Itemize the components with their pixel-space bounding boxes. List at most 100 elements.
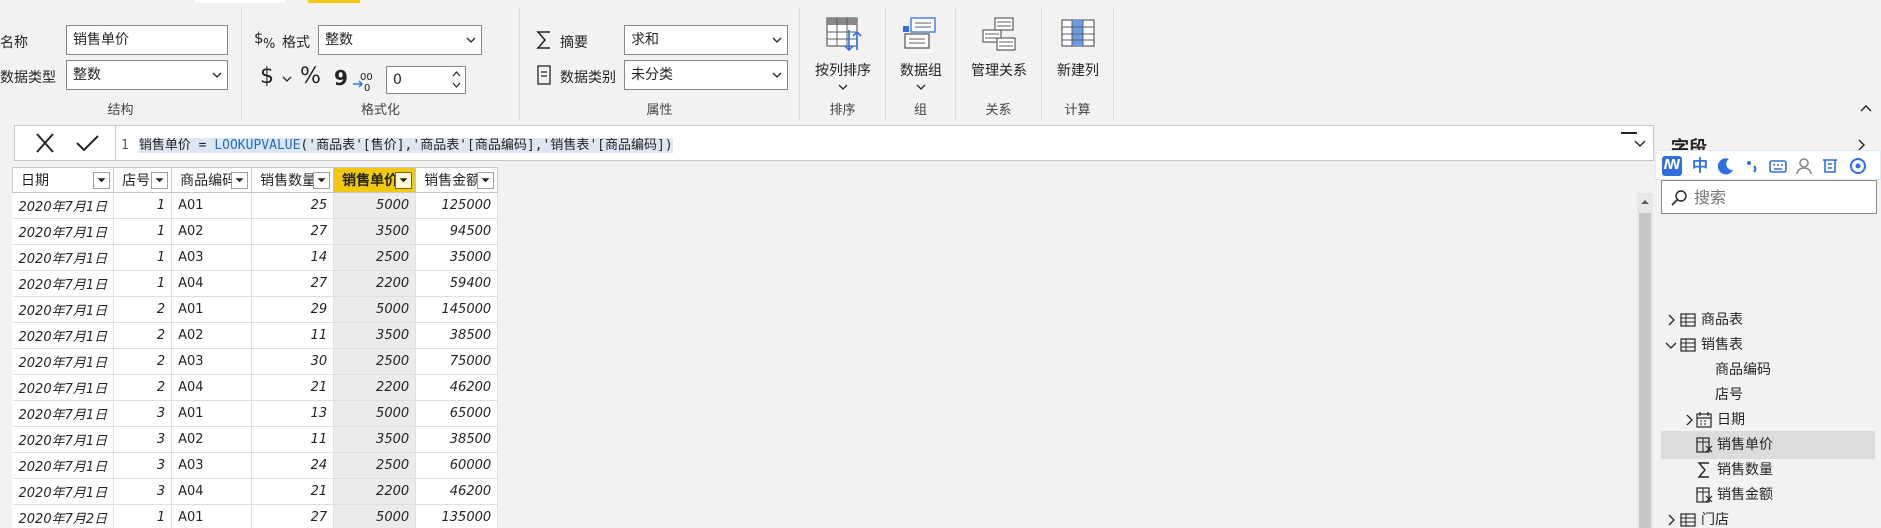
cell-unit-price[interactable]: 3500: [333, 426, 417, 453]
format-select[interactable]: 整数: [318, 25, 482, 55]
punctuation-icon[interactable]: [1742, 156, 1762, 176]
column-header-unit-price[interactable]: 销售单价: [333, 167, 417, 193]
scrollbar-thumb[interactable]: [1639, 213, 1651, 528]
decrease-decimals-icon[interactable]: 00 0: [352, 70, 376, 92]
cell-sales-amount[interactable]: 35000: [415, 244, 499, 271]
filter-dropdown-button[interactable]: [151, 172, 169, 189]
cell-store-no[interactable]: 2: [113, 296, 173, 323]
cell-sales-amount[interactable]: 46200: [415, 374, 499, 401]
fields-search-box[interactable]: [1661, 180, 1877, 214]
cell-sales-qty[interactable]: 29: [251, 296, 335, 323]
currency-button[interactable]: $: [260, 64, 274, 89]
formula-input[interactable]: 1 销售单价 = LOOKUPVALUE('商品表'[售价],'商品表'[商品编码…: [121, 134, 673, 153]
cell-sales-qty[interactable]: 27: [251, 218, 335, 245]
cell-unit-price[interactable]: 2500: [333, 452, 417, 479]
cell-store-no[interactable]: 1: [113, 244, 173, 271]
moon-icon[interactable]: [1716, 156, 1736, 176]
cell-sales-amount[interactable]: 65000: [415, 400, 499, 427]
filter-dropdown-button[interactable]: [93, 172, 111, 189]
chevron-down-icon[interactable]: [1665, 339, 1677, 351]
table-scrollbar[interactable]: [1637, 193, 1653, 528]
cell-sales-amount[interactable]: 60000: [415, 452, 499, 479]
cell-product-code[interactable]: A03: [171, 452, 253, 479]
column-header-store-no[interactable]: 店号: [113, 167, 173, 193]
chevron-right-icon[interactable]: [1683, 414, 1695, 426]
cell-unit-price[interactable]: 5000: [333, 192, 417, 219]
cell-sales-amount[interactable]: 38500: [415, 322, 499, 349]
cancel-formula-icon[interactable]: [25, 126, 65, 160]
cell-date[interactable]: 2020年7月1日: [12, 244, 115, 271]
cell-sales-qty[interactable]: 25: [251, 192, 335, 219]
cell-unit-price[interactable]: 5000: [333, 504, 417, 528]
comma-button[interactable]: 9: [334, 66, 348, 90]
category-select[interactable]: 未分类: [624, 60, 788, 90]
cell-sales-amount[interactable]: 135000: [415, 504, 499, 528]
skin-icon[interactable]: [1820, 156, 1840, 176]
cell-sales-amount[interactable]: 75000: [415, 348, 499, 375]
new-column-button[interactable]: 新建列: [1046, 16, 1110, 80]
cell-sales-qty[interactable]: 27: [251, 270, 335, 297]
cell-date[interactable]: 2020年7月1日: [12, 452, 115, 479]
cell-sales-qty[interactable]: 21: [251, 374, 335, 401]
cell-product-code[interactable]: A01: [171, 400, 253, 427]
cell-store-no[interactable]: 3: [113, 452, 173, 479]
cell-product-code[interactable]: A02: [171, 426, 253, 453]
cell-store-no[interactable]: 1: [113, 192, 173, 219]
cell-product-code[interactable]: A04: [171, 478, 253, 505]
filter-dropdown-button[interactable]: [313, 172, 331, 189]
stepper-down-icon[interactable]: [452, 82, 461, 89]
filter-dropdown-button[interactable]: [231, 172, 249, 189]
cell-sales-amount[interactable]: 59400: [415, 270, 499, 297]
field-item[interactable]: 门店: [1661, 506, 1875, 528]
cell-store-no[interactable]: 1: [113, 218, 173, 245]
column-header-product-code[interactable]: 商品编码: [171, 167, 253, 193]
cell-sales-qty[interactable]: 11: [251, 322, 335, 349]
chevron-right-icon[interactable]: [1665, 314, 1677, 326]
cell-product-code[interactable]: A01: [171, 296, 253, 323]
cell-sales-qty[interactable]: 13: [251, 400, 335, 427]
field-item[interactable]: 销售单价: [1661, 431, 1875, 459]
cell-unit-price[interactable]: 5000: [333, 296, 417, 323]
sort-by-column-button[interactable]: 按列排序: [808, 16, 878, 96]
cell-store-no[interactable]: 1: [113, 270, 173, 297]
field-item[interactable]: 销售表: [1661, 331, 1875, 359]
search-input[interactable]: [1694, 185, 1870, 209]
cell-sales-amount[interactable]: 125000: [415, 192, 499, 219]
column-header-sales-amount[interactable]: 销售金额: [415, 167, 499, 193]
field-item[interactable]: 日期: [1661, 406, 1875, 434]
cell-store-no[interactable]: 3: [113, 426, 173, 453]
cell-unit-price[interactable]: 5000: [333, 400, 417, 427]
commit-formula-icon[interactable]: [67, 126, 107, 160]
cell-store-no[interactable]: 3: [113, 478, 173, 505]
stepper-up-icon[interactable]: [452, 70, 461, 77]
cell-product-code[interactable]: A02: [171, 322, 253, 349]
field-item[interactable]: 店号: [1661, 381, 1875, 409]
field-item[interactable]: 销售金额: [1661, 481, 1875, 509]
cell-sales-qty[interactable]: 30: [251, 348, 335, 375]
cell-store-no[interactable]: 2: [113, 348, 173, 375]
cell-product-code[interactable]: A03: [171, 348, 253, 375]
cell-date[interactable]: 2020年7月1日: [12, 426, 115, 453]
cell-store-no[interactable]: 1: [113, 504, 173, 528]
column-header-date[interactable]: 日期: [11, 167, 115, 193]
cell-unit-price[interactable]: 2200: [333, 270, 417, 297]
filter-dropdown-button[interactable]: [395, 172, 413, 189]
cell-sales-qty[interactable]: 11: [251, 426, 335, 453]
user-icon[interactable]: [1794, 156, 1814, 176]
cell-unit-price[interactable]: 2500: [333, 348, 417, 375]
cell-date[interactable]: 2020年7月1日: [12, 296, 115, 323]
cell-sales-qty[interactable]: 27: [251, 504, 335, 528]
cell-date[interactable]: 2020年7月1日: [12, 192, 115, 219]
cell-product-code[interactable]: A02: [171, 218, 253, 245]
field-item[interactable]: 商品表: [1661, 306, 1875, 334]
field-item[interactable]: 销售数量: [1661, 456, 1875, 484]
cell-sales-qty[interactable]: 21: [251, 478, 335, 505]
cell-date[interactable]: 2020年7月1日: [12, 348, 115, 375]
summary-select[interactable]: 求和: [624, 25, 788, 55]
collapse-ribbon-icon[interactable]: [1859, 103, 1873, 113]
cell-sales-amount[interactable]: 46200: [415, 478, 499, 505]
cell-date[interactable]: 2020年7月1日: [12, 478, 115, 505]
expand-formula-icon[interactable]: [1633, 136, 1647, 150]
cell-date[interactable]: 2020年7月2日: [12, 504, 115, 528]
chevron-right-icon[interactable]: [1665, 514, 1677, 526]
